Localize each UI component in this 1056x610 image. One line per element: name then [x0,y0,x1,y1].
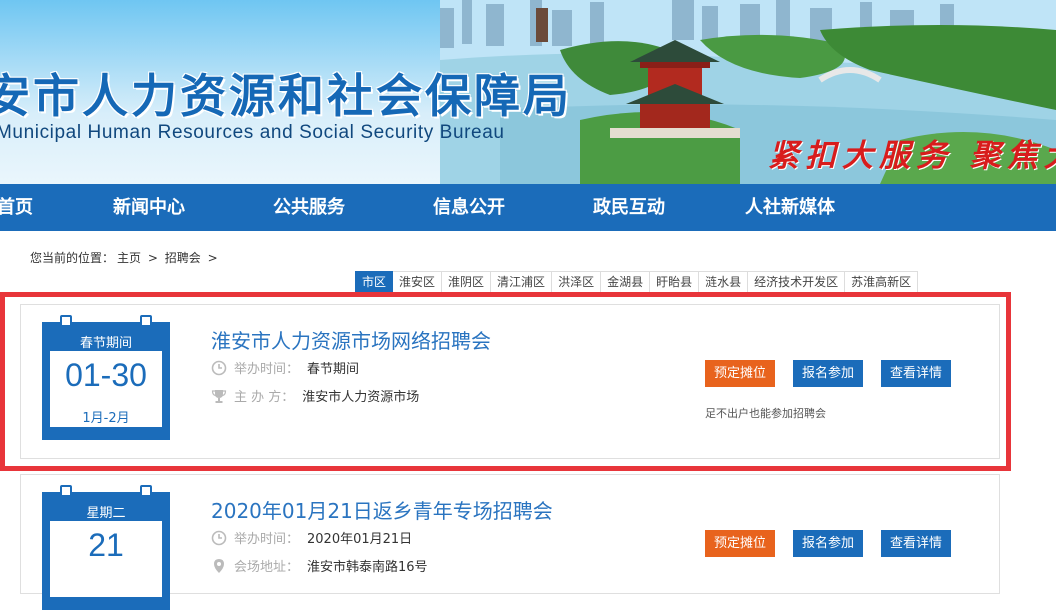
event-venue-row: 会场地址： 淮安市韩泰南路16号 [211,558,428,576]
book-booth-button[interactable]: 预定摊位 [705,530,776,557]
calendar-ring-icon [140,485,152,497]
nav-item-news[interactable]: 新闻中心 [113,184,185,231]
event-time-label: 举办时间： [234,532,300,547]
breadcrumb-separator: > [207,251,218,265]
event-card: 星期二 21 2020年01月21日返乡青年专场招聘会 举办时间： 2020年01… [20,474,1000,610]
tab-huaian-district[interactable]: 淮安区 [393,271,443,293]
calendar-ring-icon [60,485,72,497]
breadcrumb: 您当前的位置： 主页 > 招聘会 > [30,249,221,266]
tab-lianshui-county[interactable]: 涟水县 [699,271,749,293]
site-title: 安市人力资源和社会保障局 [0,69,572,123]
calendar-face: 21 [50,521,162,597]
event-venue-value: 淮安市韩泰南路16号 [307,560,428,575]
event-calendar: 星期二 21 [42,485,170,610]
event-time-value: 2020年01月21日 [307,532,413,547]
tab-qingjiangpu-district[interactable]: 清江浦区 [491,271,553,293]
nav-item-new-media[interactable]: 人社新媒体 [745,184,835,231]
nav-item-info-disclosure[interactable]: 信息公开 [433,184,505,231]
nav-item-home[interactable]: 首页 [0,184,33,231]
event-time-row: 举办时间： 2020年01月21日 [211,530,412,548]
breadcrumb-separator: > [147,251,158,265]
nav-item-public-service[interactable]: 公共服务 [273,184,345,231]
tab-city[interactable]: 市区 [355,271,394,293]
district-tabs: 市区 淮安区 淮阴区 清江浦区 洪泽区 金湖县 盱眙县 涟水县 经济技术开发区 … [355,271,919,293]
site-title-english: Municipal Human Resources and Social Sec… [0,122,505,143]
breadcrumb-home-link[interactable]: 主页 [117,251,141,265]
header-banner: 安市人力资源和社会保障局 Municipal Human Resources a… [0,0,1056,184]
tab-jinhu-county[interactable]: 金湖县 [601,271,651,293]
calendar-date: 21 [88,527,124,563]
highlight-frame [0,292,1011,471]
event-venue-label: 会场地址： [234,560,300,575]
clock-icon [211,530,227,546]
tab-suhuai-hightech-zone[interactable]: 苏淮高新区 [845,271,919,293]
register-button[interactable]: 报名参加 [793,530,864,557]
view-details-button[interactable]: 查看详情 [881,530,952,557]
tab-xuyi-county[interactable]: 盱眙县 [650,271,700,293]
tab-economic-dev-zone[interactable]: 经济技术开发区 [748,271,846,293]
tab-hongze-district[interactable]: 洪泽区 [552,271,602,293]
slogan: 紧扣大服务 聚焦大 [768,138,1056,174]
breadcrumb-prefix: 您当前的位置： [30,251,115,265]
calendar-header: 星期二 [86,506,126,521]
location-icon [214,559,224,573]
nav-item-interaction[interactable]: 政民互动 [593,184,665,231]
breadcrumb-section-link[interactable]: 招聘会 [165,251,201,265]
main-nav: 首页 新闻中心 公共服务 信息公开 政民互动 人社新媒体 [0,184,1056,231]
event-title-link[interactable]: 2020年01月21日返乡青年专场招聘会 [211,495,553,524]
tab-huaiyin-district[interactable]: 淮阴区 [442,271,492,293]
